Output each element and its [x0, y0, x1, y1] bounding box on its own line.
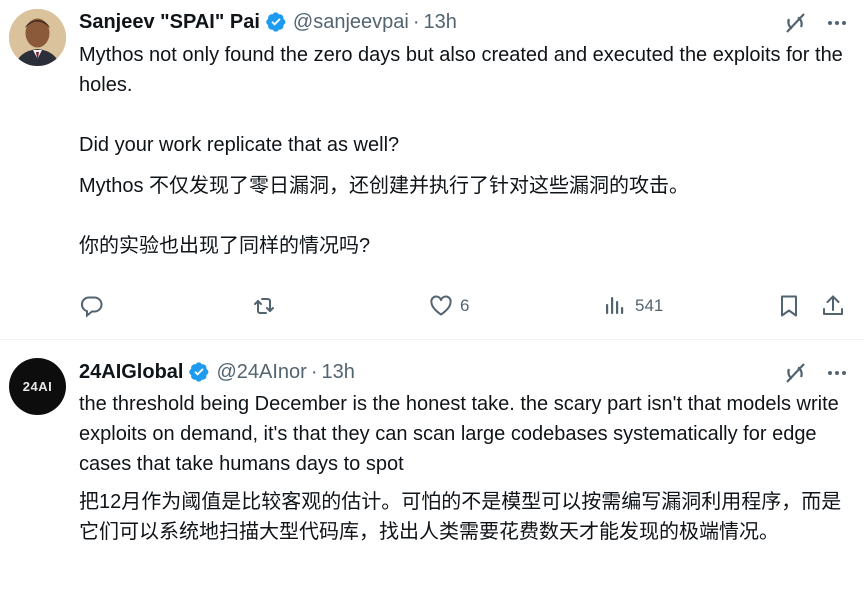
tweet-paragraph: the threshold being December is the hone… [79, 393, 839, 475]
more-icon[interactable] [824, 10, 850, 36]
grok-icon[interactable] [782, 360, 808, 386]
bookmark-icon [781, 295, 797, 317]
avatar-24aiglobal[interactable]: 24AI [9, 358, 66, 415]
repost-icon [254, 298, 274, 314]
tweet-text-en: the threshold being December is the hone… [79, 389, 850, 479]
views-button[interactable]: 541 [603, 290, 663, 322]
timestamp[interactable]: 13h [424, 11, 457, 34]
timestamp[interactable]: 13h [322, 361, 355, 384]
separator-dot: · [310, 360, 318, 383]
tweet-text-translation: 把12月作为阈值是比较客观的估计。可怕的不是模型可以按需编写漏洞利用程序，而是它… [79, 487, 850, 547]
tweet-text-translation: Mythos 不仅发现了零日漏洞，还创建并执行了针对这些漏洞的攻击。 你的实验也… [79, 171, 850, 261]
tweet-paragraph: 你的实验也出现了同样的情况吗? [79, 235, 371, 257]
views-count: 541 [635, 296, 664, 315]
tweet-paragraph: Mythos 不仅发现了零日漏洞，还创建并执行了针对这些漏洞的攻击。 [79, 175, 690, 197]
reply-icon [81, 296, 103, 318]
tweet-header: Sanjeev "SPAI" Pai @sanjeevpai · 13h [79, 9, 457, 35]
author-handle[interactable]: @24AInor [216, 361, 306, 384]
author-name[interactable]: Sanjeev "SPAI" Pai [79, 11, 260, 34]
tweet-paragraph: Did your work replicate that as well? [79, 134, 400, 156]
share-icon [823, 295, 843, 315]
avatar-logo-text: 24AI [22, 379, 53, 394]
bookmark-button[interactable] [776, 290, 802, 322]
tweet-actions: 6 541 [79, 290, 850, 322]
more-icon[interactable] [824, 360, 850, 386]
separator-dot: · [412, 10, 420, 33]
avatar-sanjeevpai[interactable] [9, 9, 66, 66]
like-count: 6 [460, 296, 470, 315]
verified-badge-icon [265, 11, 287, 33]
tweet-paragraph: 把12月作为阈值是比较客观的估计。可怕的不是模型可以按需编写漏洞利用程序，而是它… [79, 491, 842, 543]
tweet-top-icons [782, 10, 850, 36]
tweet-header: 24AIGlobal @24AInor · 13h [79, 359, 355, 385]
tweet-sanjeevpai[interactable]: Sanjeev "SPAI" Pai @sanjeevpai · 13h Myt… [0, 0, 864, 340]
like-button[interactable]: 6 [428, 290, 469, 322]
author-name[interactable]: 24AIGlobal [79, 361, 183, 384]
grok-icon[interactable] [782, 10, 808, 36]
tweet-24aiglobal[interactable]: 24AI 24AIGlobal @24AInor · 13h the thres… [0, 340, 864, 595]
tweet-paragraph: Mythos not only found the zero days but … [79, 44, 843, 96]
like-icon [430, 295, 452, 316]
views-icon [606, 297, 624, 314]
share-button[interactable] [820, 290, 846, 322]
reply-button[interactable] [79, 290, 111, 322]
verified-badge-icon [188, 361, 210, 383]
repost-button[interactable] [251, 290, 283, 322]
tweet-top-icons [782, 360, 850, 386]
tweet-text-en: Mythos not only found the zero days but … [79, 40, 850, 160]
author-handle[interactable]: @sanjeevpai [293, 11, 409, 34]
